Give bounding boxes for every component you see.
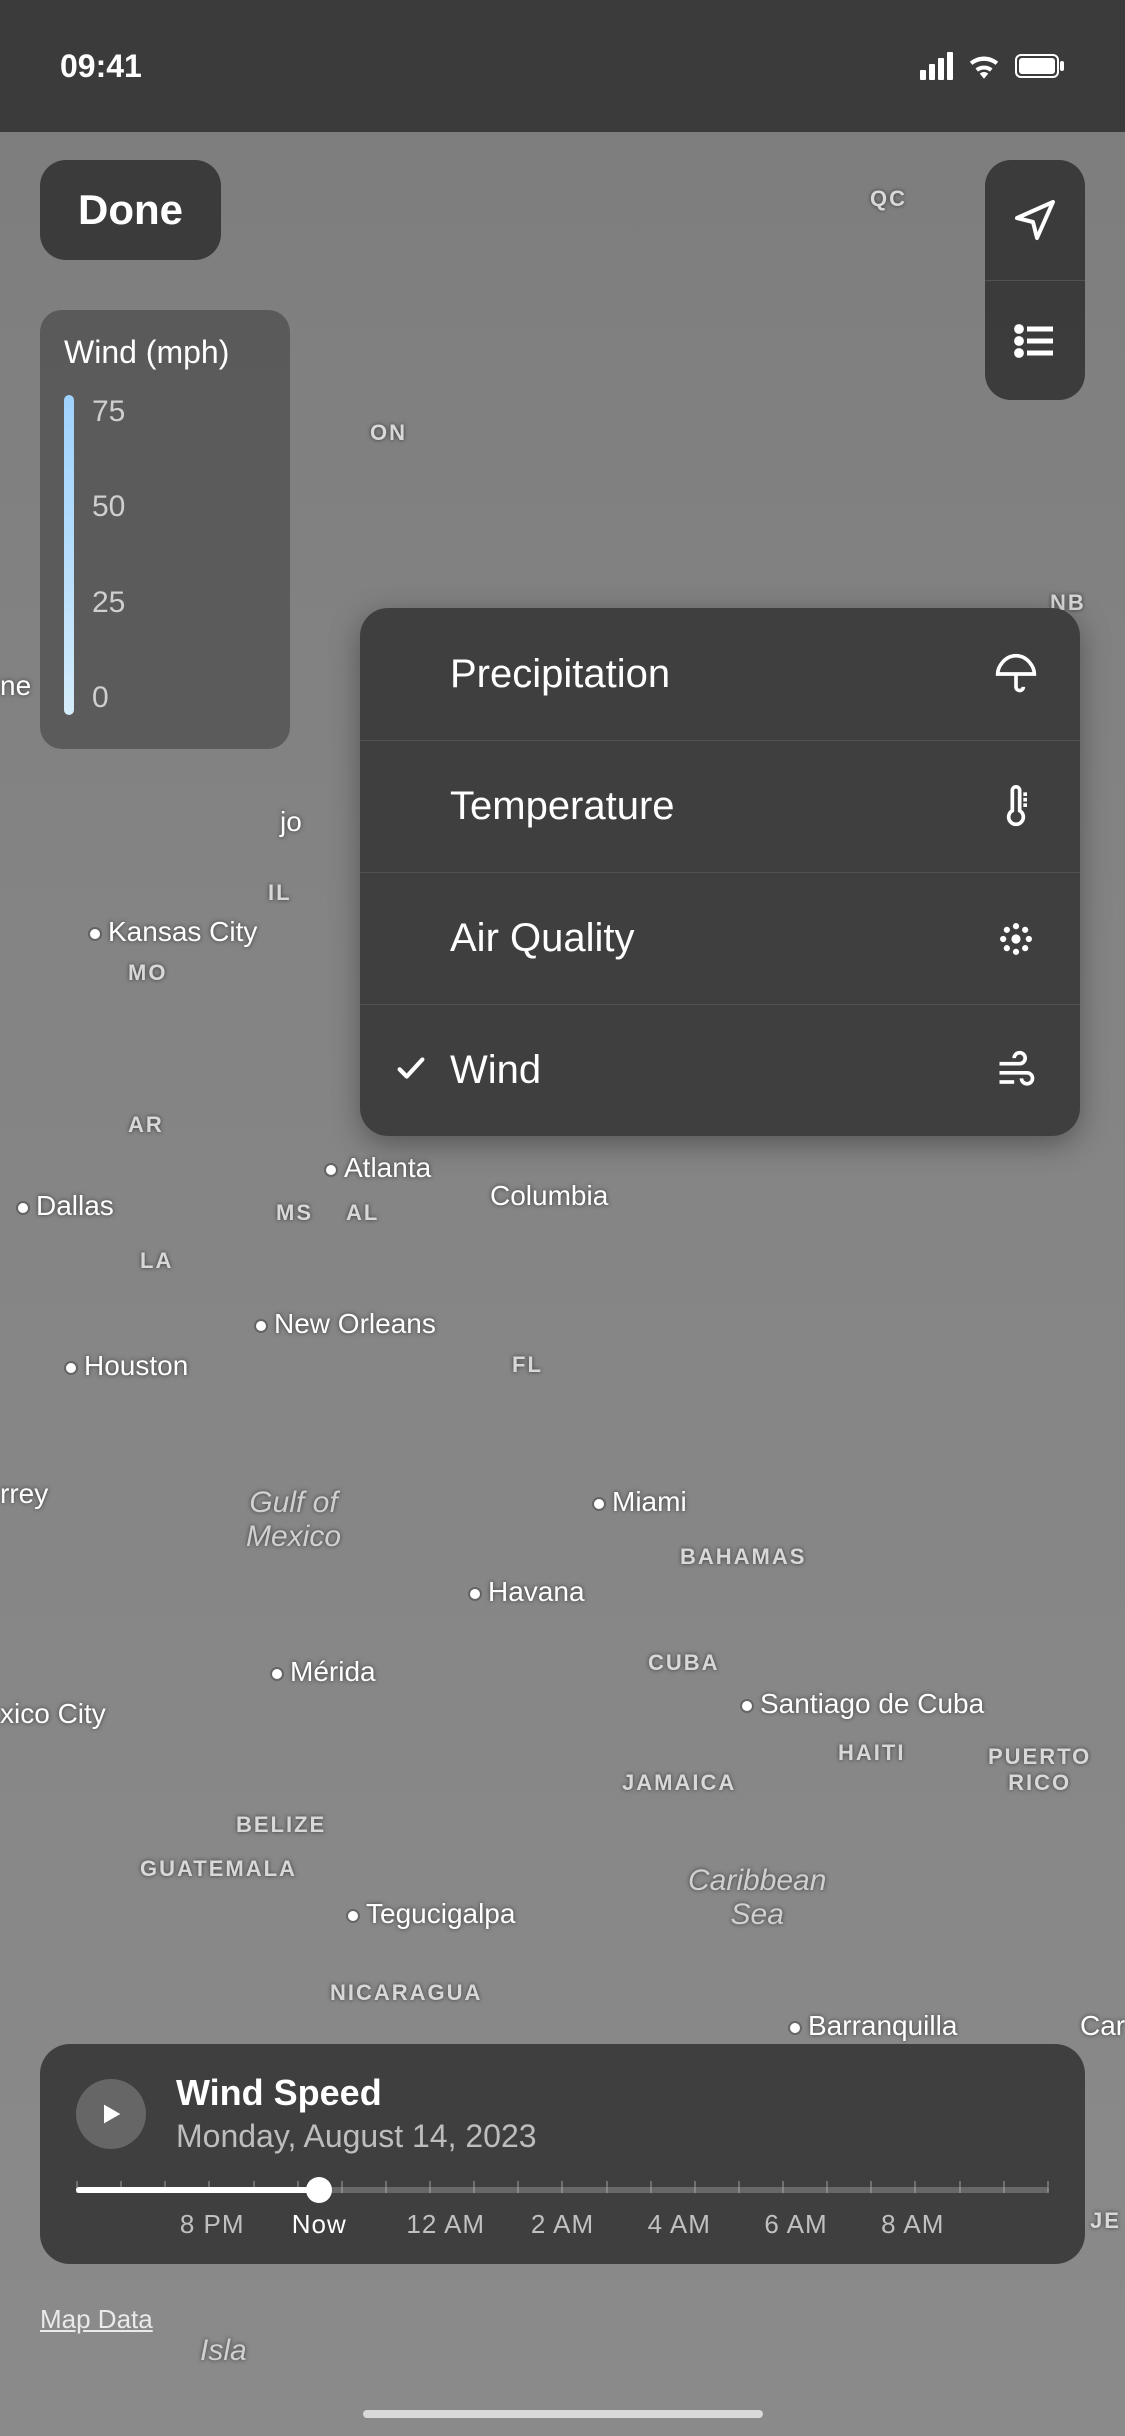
layer-item-label: Temperature (450, 784, 992, 829)
done-button[interactable]: Done (40, 160, 221, 260)
map-city-label: Kansas City (90, 916, 257, 948)
legend-ticks: 75 50 25 0 (92, 395, 125, 715)
map-city-label: Tegucigalpa (348, 1898, 515, 1930)
map-city-label: Mérida (272, 1656, 376, 1688)
battery-icon (1015, 54, 1065, 78)
thermometer-icon (992, 785, 1040, 829)
layer-item-temperature[interactable]: Temperature (360, 740, 1080, 872)
map-fragment: ne (0, 670, 31, 702)
legend-gradient (64, 395, 74, 715)
timeline-tick-label: 8 AM (881, 2209, 944, 2240)
map-country-label: BAHAMAS (680, 1544, 806, 1570)
map-city-label: Dallas (18, 1190, 114, 1222)
locate-button[interactable] (985, 160, 1085, 280)
timeline-title: Wind Speed (176, 2072, 537, 2114)
wind-legend: Wind (mph) 75 50 25 0 (40, 310, 290, 749)
layer-item-label: Air Quality (450, 916, 992, 961)
list-button[interactable] (985, 280, 1085, 400)
map-province-label: ON (370, 420, 407, 446)
layer-item-precipitation[interactable]: Precipitation (360, 608, 1080, 740)
timeline-tick-label: 6 AM (764, 2209, 827, 2240)
timeline-tick-label: 2 AM (531, 2209, 594, 2240)
map-water-label: Gulf of Mexico (246, 1486, 341, 1554)
map-city-label: Santiago de Cuba (742, 1688, 984, 1720)
status-bar: 09:41 (0, 0, 1125, 132)
home-indicator (363, 2410, 763, 2418)
timeline-tick-label: 8 PM (180, 2209, 245, 2240)
particles-icon (992, 917, 1040, 961)
map-fragment: xico City (0, 1698, 106, 1730)
map-water-label: Isla (200, 2334, 247, 2368)
timeline-tick-label: 4 AM (648, 2209, 711, 2240)
map-country-label: PUERTO RICO (988, 1744, 1091, 1796)
layer-item-label: Precipitation (450, 652, 992, 697)
map-city-label: New Orleans (256, 1308, 436, 1340)
legend-tick: 75 (92, 395, 125, 429)
map-state-label: FL (512, 1352, 543, 1378)
timeline-slider[interactable]: 8 PMNow12 AM2 AM4 AM6 AM8 AM (76, 2173, 1049, 2223)
map-state-label: LA (140, 1248, 173, 1274)
cellular-icon (920, 52, 953, 80)
layer-menu: Precipitation Temperature Air Quality Wi… (360, 608, 1080, 1136)
play-button[interactable] (76, 2079, 146, 2149)
timeline-date: Monday, August 14, 2023 (176, 2118, 537, 2155)
timeline-panel: Wind Speed Monday, August 14, 2023 8 PMN… (40, 2044, 1085, 2264)
legend-title: Wind (mph) (64, 334, 266, 371)
map-city-label: Barranquilla (790, 2010, 957, 2042)
wind-icon (992, 1049, 1040, 1093)
map-city-label: Houston (66, 1350, 188, 1382)
timeline-fill (76, 2187, 319, 2193)
umbrella-icon (992, 652, 1040, 696)
wifi-icon (967, 53, 1001, 79)
map-fragment: JE (1090, 2208, 1121, 2234)
map-state-label: AR (128, 1112, 164, 1138)
layer-item-label: Wind (450, 1048, 992, 1093)
map-country-label: HAITI (838, 1740, 905, 1766)
map-country-label: GUATEMALA (140, 1856, 297, 1882)
map-fragment: rrey (0, 1478, 48, 1510)
map-state-label: AL (346, 1200, 379, 1226)
legend-tick: 50 (92, 490, 125, 524)
timeline-tick-label: 12 AM (406, 2209, 485, 2240)
timeline-thumb[interactable] (306, 2177, 332, 2203)
map-controls (985, 160, 1085, 400)
map-city-label: Miami (594, 1486, 687, 1518)
map-country-label: CUBA (648, 1650, 720, 1676)
map-country-label: BELIZE (236, 1812, 326, 1838)
map-country-label: JAMAICA (622, 1770, 736, 1796)
map-province-label: QC (870, 186, 907, 212)
map-country-label: NICARAGUA (330, 1980, 482, 2006)
map-data-link[interactable]: Map Data (40, 2304, 153, 2335)
map-fragment: jo (280, 806, 302, 838)
checkmark-icon (394, 1051, 428, 1090)
map-state-label: MS (276, 1200, 313, 1226)
legend-tick: 0 (92, 681, 125, 715)
map-city-label: Atlanta (326, 1152, 431, 1184)
layer-item-air-quality[interactable]: Air Quality (360, 872, 1080, 1004)
legend-tick: 25 (92, 586, 125, 620)
status-time: 09:41 (60, 48, 142, 85)
map-city-label: Havana (470, 1576, 585, 1608)
map-state-label: IL (268, 880, 292, 906)
map-water-label: Caribbean Sea (688, 1864, 826, 1932)
timeline-tick-label: Now (292, 2209, 347, 2240)
map-city-label: Columbia (490, 1180, 608, 1212)
map-state-label: MO (128, 960, 167, 986)
map-fragment: Car (1080, 2010, 1125, 2042)
layer-item-wind[interactable]: Wind (360, 1004, 1080, 1136)
